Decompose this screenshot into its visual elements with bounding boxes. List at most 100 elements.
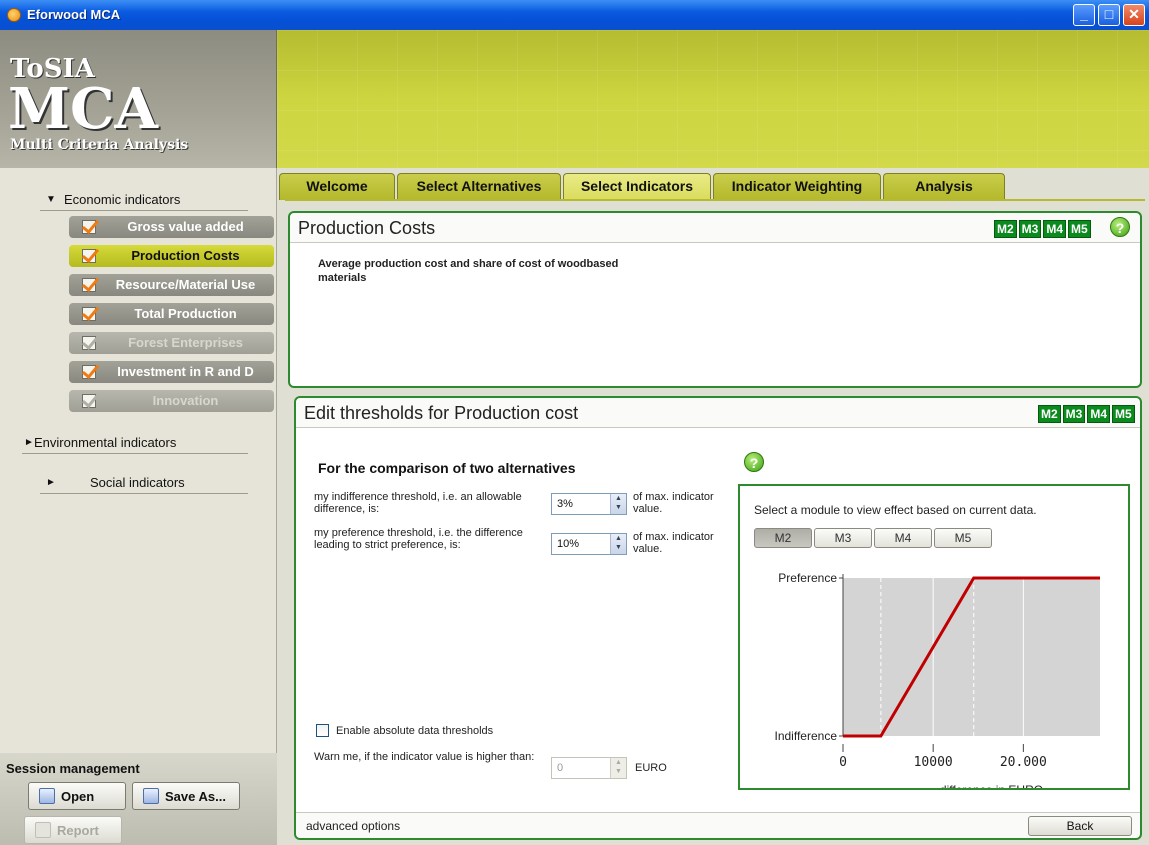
indicator-label: Resource/Material Use — [115, 277, 256, 292]
spinner-arrows-icon[interactable]: ▲ ▼ — [610, 534, 626, 554]
save-as-label: Save As... — [165, 788, 226, 804]
group-label: Social indicators — [90, 475, 185, 490]
absolute-thresholds-label: Enable absolute data thresholds — [336, 725, 494, 737]
spinner-arrows-icon: ▲ ▼ — [610, 758, 626, 778]
module-badge-m3: M3 — [1062, 405, 1086, 423]
x-tick-label: 0 — [839, 755, 847, 770]
module-tab-m5[interactable]: M5 — [934, 528, 992, 548]
indifference-value: 3% — [557, 498, 573, 510]
module-tab-m4[interactable]: M4 — [874, 528, 932, 548]
warn-value: 0 — [557, 762, 564, 774]
group-environmental-indicators[interactable]: ► Environmental indicators — [24, 435, 176, 450]
session-title: Session management — [6, 761, 140, 776]
module-tabs: M2 M3 M4 M5 — [754, 528, 994, 548]
indicator-label: Production Costs — [131, 248, 240, 263]
indifference-threshold-spinner[interactable]: 3% ▲ ▼ — [551, 493, 627, 515]
preference-unit: of max. indicator value. — [633, 531, 714, 555]
graph-hint: Select a module to view effect based on … — [754, 503, 1037, 517]
save-as-button[interactable]: Save As... — [132, 782, 240, 810]
window-title: Eforwood MCA — [27, 7, 121, 22]
module-badge-m5: M5 — [1112, 405, 1135, 423]
help-icon[interactable]: ? — [744, 452, 764, 472]
module-badge-m2: M2 — [1038, 405, 1061, 423]
divider — [40, 210, 248, 211]
open-button[interactable]: Open — [28, 782, 126, 810]
threshold-chart: Indifference Preference 0 10000 20.000 differ… — [775, 571, 1100, 788]
tab-indicator-weighting[interactable]: Indicator Weighting — [713, 173, 881, 200]
tab-select-alternatives[interactable]: Select Alternatives — [397, 173, 561, 200]
save-icon — [143, 788, 159, 804]
module-tab-m2[interactable]: M2 — [754, 528, 812, 548]
tab-welcome[interactable]: Welcome — [279, 173, 395, 200]
indicator-production-costs[interactable]: Production Costs — [69, 245, 274, 267]
open-label: Open — [61, 788, 95, 804]
logo-area: ToSIA MCA Multi Criteria Analysis — [0, 30, 277, 168]
minimize-button[interactable]: _ — [1073, 4, 1095, 26]
collapsed-arrow-icon: ► — [24, 437, 34, 448]
tab-analysis[interactable]: Analysis — [883, 173, 1005, 200]
threshold-panel: Edit thresholds for Production cost M2 M… — [294, 396, 1142, 840]
preference-threshold-spinner[interactable]: 10% ▲ ▼ — [551, 533, 627, 555]
indicator-description: Average production cost and share of cos… — [318, 258, 619, 284]
logo-subtitle: Multi Criteria Analysis — [10, 137, 189, 153]
report-button: Report — [24, 816, 122, 844]
app-icon — [7, 8, 21, 22]
expanded-arrow-icon: ▼ — [46, 194, 56, 205]
x-tick-label: 20.000 — [1000, 755, 1047, 770]
logo-mca: MCA — [8, 76, 159, 142]
group-label: Environmental indicators — [34, 435, 177, 450]
indicator-total-production[interactable]: Total Production — [69, 303, 274, 325]
plot-background — [843, 578, 1100, 736]
spinner-arrows-icon[interactable]: ▲ ▼ — [610, 494, 626, 514]
group-economic-indicators[interactable]: ▼ Economic indicators — [46, 192, 180, 207]
module-badges: M2 M3 M4 M5 — [1038, 405, 1135, 423]
warn-label: Warn me, if the indicator value is highe… — [314, 751, 535, 763]
tab-select-indicators[interactable]: Select Indicators — [563, 173, 711, 200]
help-icon[interactable]: ? — [1110, 217, 1130, 237]
indicator-panel-header: Production Costs M2 M3 M4 M5 ? — [290, 213, 1140, 243]
main-content: Welcome Select Alternatives Select Indic… — [277, 168, 1149, 845]
indicator-label: Innovation — [152, 393, 219, 408]
session-management: Session management Open Save As... Repor… — [0, 753, 277, 845]
maximize-button[interactable]: □ — [1098, 4, 1120, 26]
y-tick-label: Indifference — [775, 729, 838, 743]
advanced-options-link[interactable]: advanced options — [306, 820, 400, 832]
indicator-gross-value-added[interactable]: Gross value added — [69, 216, 274, 238]
x-axis-label: difference in EURO — [940, 783, 1043, 788]
open-folder-icon — [39, 788, 55, 804]
report-icon — [35, 822, 51, 838]
x-tick-label: 10000 — [914, 755, 953, 770]
indicator-panel: Production Costs M2 M3 M4 M5 ? Average p… — [288, 211, 1142, 388]
indicator-label: Gross value added — [127, 219, 244, 234]
group-social-indicators[interactable]: ► Social indicators — [46, 475, 185, 490]
threshold-footer: advanced options Back — [296, 812, 1140, 838]
indifference-unit: of max. indicator value. — [633, 491, 714, 515]
module-badge-m5: M5 — [1068, 220, 1091, 238]
warn-unit: EURO — [635, 762, 667, 774]
header-banner — [277, 30, 1149, 168]
indicator-resource-material-use[interactable]: Resource/Material Use — [69, 274, 274, 296]
group-label: Economic indicators — [64, 192, 181, 207]
indicator-investment-r-and-d[interactable]: Investment in R and D — [69, 361, 274, 383]
indicator-label: Total Production — [134, 306, 237, 321]
indicator-innovation: Innovation — [69, 390, 274, 412]
divider — [40, 493, 248, 494]
preference-label: my preference threshold, i.e. the differ… — [314, 527, 523, 551]
threshold-graph-box: Select a module to view effect based on … — [738, 484, 1130, 790]
indicator-label: Investment in R and D — [117, 364, 254, 379]
threshold-title: Edit thresholds for Production cost — [304, 403, 579, 423]
close-button[interactable]: ✕ — [1123, 4, 1145, 26]
back-button[interactable]: Back — [1028, 816, 1132, 836]
tab-underline — [285, 199, 1145, 201]
module-badge-m3: M3 — [1018, 220, 1042, 238]
absolute-thresholds-checkbox[interactable] — [316, 724, 329, 737]
divider — [22, 453, 248, 454]
module-tab-m3[interactable]: M3 — [814, 528, 872, 548]
module-badge-m2: M2 — [994, 220, 1017, 238]
window-title-bar[interactable]: Eforwood MCA _ □ ✕ — [0, 0, 1149, 30]
report-label: Report — [57, 822, 99, 838]
module-badges: M2 M3 M4 M5 — [994, 220, 1091, 238]
y-tick-label: Preference — [778, 571, 837, 585]
indicator-label: Forest Enterprises — [128, 335, 243, 350]
collapsed-arrow-icon: ► — [46, 477, 56, 488]
